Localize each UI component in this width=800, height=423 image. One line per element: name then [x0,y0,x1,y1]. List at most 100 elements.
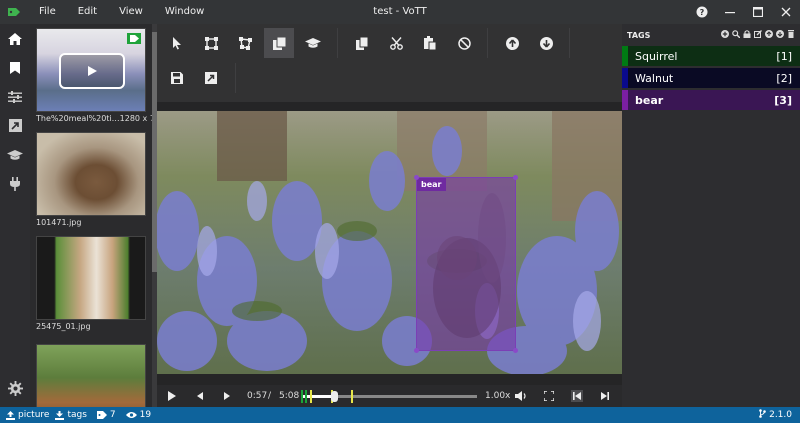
bookmark-icon[interactable] [0,53,30,82]
tag-name: Squirrel [635,49,678,63]
asset-thumbnail [36,236,146,320]
video-player-controls: 0:57 / 5:08 1.00x [157,385,622,407]
next-tagged-frame-icon[interactable] [597,385,613,407]
asset-item[interactable] [36,344,146,407]
tags-panel: TAGS Squirrel [1] Walnut [2] bear [3] [622,24,800,407]
timeline-marker[interactable] [351,390,353,403]
playback-speed[interactable]: 1.00x [485,385,510,407]
region-handle[interactable] [513,348,518,353]
asset-item-video[interactable]: The%20meal%20ti…1280 x 720 [36,28,152,123]
tag-hotkey: [3] [774,93,792,107]
paste-icon[interactable] [415,28,445,58]
asset-list: The%20meal%20ti…1280 x 720 101471.jpg 25… [30,24,152,407]
tag-item-squirrel[interactable]: Squirrel [1] [622,46,800,66]
region-handle[interactable] [513,175,518,180]
pointer-icon[interactable] [162,28,192,58]
current-time: 0:57 [247,391,268,401]
play-button[interactable] [163,385,179,407]
menu-window[interactable]: Window [154,0,215,24]
tag-item-walnut[interactable]: Walnut [2] [622,68,800,88]
copy-rect-icon[interactable] [264,28,294,58]
next-asset-icon[interactable] [531,28,561,58]
tag-name: Walnut [635,71,674,85]
volume-icon[interactable] [513,385,529,407]
previous-tagged-frame-icon[interactable] [569,385,585,407]
asset-name: The%20meal%20ti… [36,114,120,123]
step-forward-icon[interactable] [219,385,235,407]
menu-edit[interactable]: Edit [67,0,108,24]
home-icon[interactable] [0,24,30,53]
status-picture-label: picture [18,410,50,420]
asset-item[interactable]: 101471.jpg [36,132,146,227]
seek-handle[interactable] [331,391,338,402]
search-icon[interactable] [732,30,741,40]
status-tags-label: tags [67,410,87,420]
status-picture: picture [6,410,49,420]
squirrel-image [433,193,506,338]
lock-icon[interactable] [743,30,751,40]
rectangle-icon[interactable] [196,28,226,58]
play-icon[interactable] [59,53,125,89]
plug-icon[interactable] [0,169,30,198]
asset-thumbnail [36,28,146,112]
status-tag-count: 7 [96,410,116,420]
help-icon[interactable]: ? [688,0,716,24]
sliders-icon[interactable] [0,82,30,111]
menu-bar: File Edit View Window [28,0,215,24]
timeline-marker[interactable] [310,390,312,403]
bounding-box-region[interactable]: bear [414,175,518,353]
timeline-marker[interactable] [305,390,307,403]
move-down-icon[interactable] [776,30,784,40]
asset-thumbnail [36,132,146,216]
close-button[interactable] [772,0,800,24]
polygon-icon[interactable] [230,28,260,58]
tag-item-bear[interactable]: bear [3] [622,90,800,110]
app-version: 2.1.0 [759,407,792,423]
vott-logo-icon [0,0,28,24]
move-up-icon[interactable] [765,30,773,40]
status-bar: picture tags 7 19 2.1.0 [0,407,800,423]
step-back-icon[interactable] [191,385,207,407]
gear-icon[interactable] [0,374,30,403]
graduation-cap-icon[interactable] [0,140,30,169]
tag-count-value: 7 [109,410,116,420]
fullscreen-icon[interactable] [541,385,557,407]
minimize-button[interactable] [716,0,744,24]
editor-toolbar [157,24,622,102]
tag-badge-icon [127,33,141,44]
previous-asset-icon[interactable] [497,28,527,58]
asset-size: 1280 x 720 [119,114,152,123]
timeline-marker[interactable] [301,390,303,403]
active-learning-icon[interactable] [298,28,328,58]
copy-icon[interactable] [347,28,377,58]
editor-canvas[interactable]: bear [157,111,622,374]
upload-icon [6,410,15,420]
export-icon[interactable] [0,111,30,140]
time-separator: / [268,391,272,401]
duration: 5:08 [279,391,300,401]
edit-icon[interactable] [754,30,762,40]
asset-thumbnail [36,344,146,407]
asset-name: 25475_01.jpg [36,322,91,331]
save-icon[interactable] [162,63,192,93]
cut-icon[interactable] [381,28,411,58]
left-nav [0,24,30,407]
clear-icon[interactable] [449,28,479,58]
status-tags: tags [55,410,87,420]
tags-icon [96,411,107,419]
seek-bar[interactable] [301,390,477,403]
delete-icon[interactable] [787,30,795,40]
tag-hotkey: [2] [776,71,792,85]
asset-item[interactable]: 25475_01.jpg [36,236,146,331]
asset-name: 101471.jpg [36,218,82,227]
menu-view[interactable]: View [108,0,154,24]
scene-image [157,111,622,374]
tag-name: bear [635,93,664,107]
export-icon[interactable] [196,63,226,93]
version-value: 2.1.0 [769,410,792,420]
status-visited-count: 19 [125,410,151,420]
maximize-button[interactable] [744,0,772,24]
add-tag-icon[interactable] [721,30,729,40]
menu-file[interactable]: File [28,0,67,24]
region-handle[interactable] [414,348,419,353]
